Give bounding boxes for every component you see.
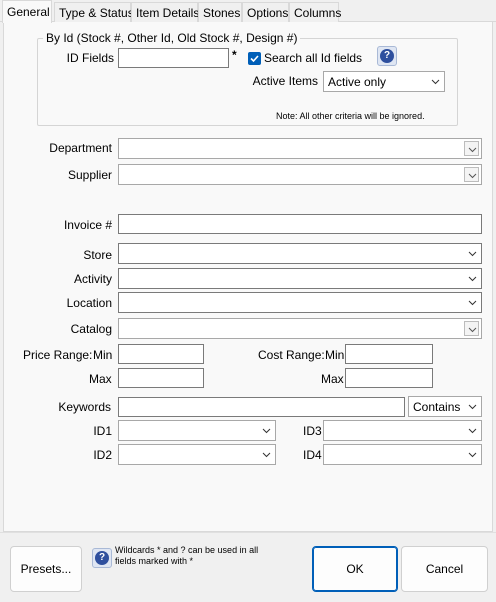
wildcard-note: Wildcards * and ? can be used in all fie… xyxy=(115,545,259,566)
ok-button[interactable]: OK xyxy=(312,546,398,592)
chevron-down-icon xyxy=(464,321,479,336)
help-icon[interactable]: ? xyxy=(92,548,112,568)
id-fields-input[interactable] xyxy=(118,48,229,68)
keywords-mode-select[interactable]: Contains xyxy=(408,396,482,417)
activity-select[interactable] xyxy=(118,268,482,289)
id1-label: ID1 xyxy=(93,424,112,438)
tab-stones[interactable]: Stones xyxy=(198,2,242,22)
wildcard-asterisk: * xyxy=(232,48,237,62)
tab-label: General xyxy=(7,5,50,19)
invoice-input[interactable] xyxy=(118,214,482,234)
id3-select[interactable] xyxy=(323,420,482,441)
price-range-label: Price Range: xyxy=(23,348,93,362)
tab-strip: General Type & Status Item Details Stone… xyxy=(0,0,496,23)
cost-range-label: Cost Range: xyxy=(258,348,325,362)
help-icon[interactable]: ? xyxy=(377,46,397,66)
cancel-button[interactable]: Cancel xyxy=(401,546,488,592)
checkmark-icon xyxy=(250,55,259,63)
cost-max-input[interactable] xyxy=(345,368,433,388)
id3-label: ID3 xyxy=(303,424,322,438)
tab-general[interactable]: General xyxy=(2,0,52,23)
chevron-down-icon xyxy=(468,402,477,411)
department-label: Department xyxy=(49,141,112,155)
tab-item-details[interactable]: Item Details xyxy=(131,2,200,22)
location-label: Location xyxy=(66,296,112,310)
id-fields-label: ID Fields xyxy=(66,51,114,65)
keywords-label: Keywords xyxy=(58,400,111,414)
chevron-down-icon xyxy=(468,249,477,258)
price-max-label: Max xyxy=(89,372,112,386)
chevron-down-icon xyxy=(431,77,440,86)
tab-type-status[interactable]: Type & Status xyxy=(54,2,134,22)
supplier-select[interactable] xyxy=(118,164,482,185)
id2-select[interactable] xyxy=(118,444,276,465)
chevron-down-icon xyxy=(464,141,479,156)
by-id-note: Note: All other criteria will be ignored… xyxy=(276,111,425,121)
catalog-select[interactable] xyxy=(118,318,482,339)
store-label: Store xyxy=(83,248,112,262)
tab-columns[interactable]: Columns xyxy=(289,2,342,22)
chevron-down-icon xyxy=(468,298,477,307)
department-select[interactable] xyxy=(118,138,482,159)
active-items-label: Active Items xyxy=(252,74,318,88)
cost-min-input[interactable] xyxy=(345,344,433,364)
search-all-checkbox[interactable] xyxy=(248,52,261,65)
tab-label: Type & Status xyxy=(59,6,134,20)
presets-button[interactable]: Presets... xyxy=(10,546,82,592)
tab-label: Columns xyxy=(294,6,342,20)
price-max-input[interactable] xyxy=(118,368,204,388)
store-select[interactable] xyxy=(118,243,482,264)
tab-label: Item Details xyxy=(136,6,200,20)
active-items-select[interactable]: Active only xyxy=(323,71,445,92)
price-min-label: Min xyxy=(93,348,113,362)
id4-select[interactable] xyxy=(323,444,482,465)
invoice-label: Invoice # xyxy=(63,218,112,232)
chevron-down-icon xyxy=(468,274,477,283)
keywords-input[interactable] xyxy=(118,397,405,417)
chevron-down-icon xyxy=(262,450,271,459)
chevron-down-icon xyxy=(262,426,271,435)
catalog-label: Catalog xyxy=(70,322,112,336)
chevron-down-icon xyxy=(468,450,477,459)
by-id-legend: By Id (Stock #, Other Id, Old Stock #, D… xyxy=(43,31,301,45)
tab-label: Stones xyxy=(203,6,241,20)
chevron-down-icon xyxy=(468,426,477,435)
id2-label: ID2 xyxy=(93,448,112,462)
id4-label: ID4 xyxy=(303,448,322,462)
activity-label: Activity xyxy=(73,272,112,286)
search-all-label[interactable]: Search all Id fields xyxy=(264,51,362,65)
tab-label: Options xyxy=(247,6,289,20)
tab-options[interactable]: Options xyxy=(242,2,289,22)
price-min-input[interactable] xyxy=(118,344,204,364)
id1-select[interactable] xyxy=(118,420,276,441)
chevron-down-icon xyxy=(464,167,479,182)
cost-min-label: Min xyxy=(325,348,345,362)
cost-max-label: Max xyxy=(321,372,344,386)
supplier-label: Supplier xyxy=(67,168,112,182)
location-select[interactable] xyxy=(118,292,482,313)
footer-separator xyxy=(0,532,496,533)
